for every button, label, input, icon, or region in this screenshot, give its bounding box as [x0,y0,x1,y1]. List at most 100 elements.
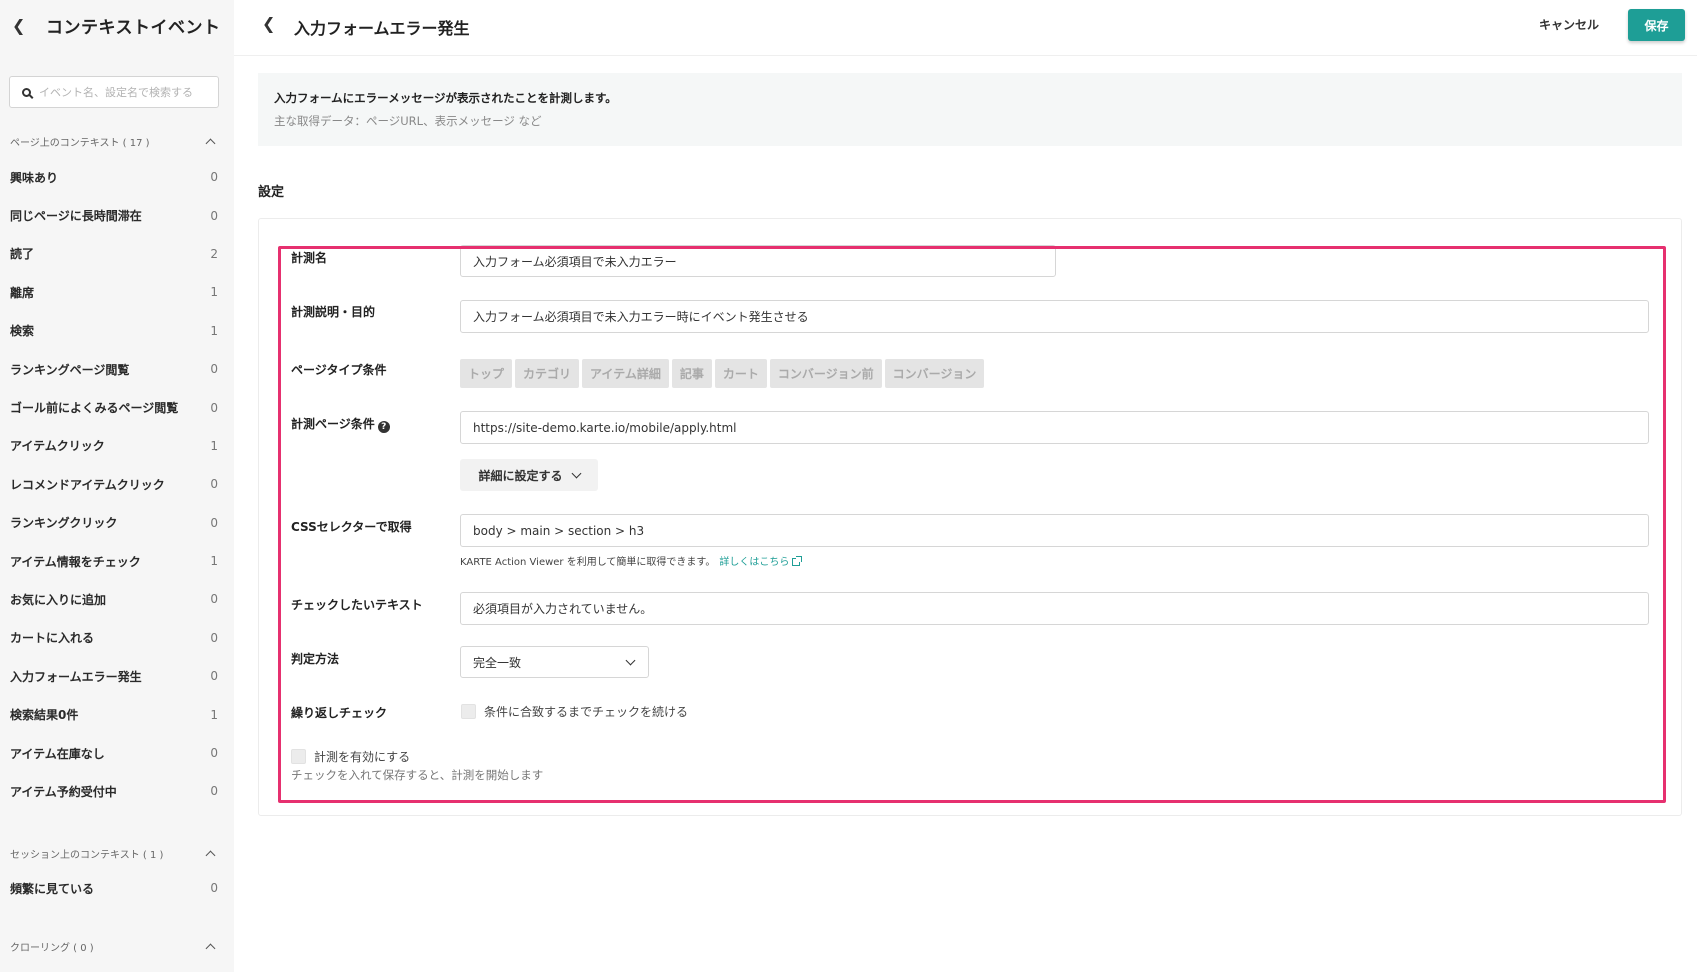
sidebar-item[interactable]: 興味あり 0 [10,158,218,196]
enable-checkbox[interactable] [291,749,306,764]
match-method-value: 完全一致 [473,655,522,670]
measurement-name-label: 計測名 [291,251,328,265]
repeat-check-row[interactable]: 条件に合致するまでチェックを続ける [461,703,688,720]
sidebar-item[interactable]: アイテム予約受付中 0 [10,772,218,810]
sidebar-item-label: 検索 [10,324,35,339]
sidebar-item[interactable]: お気に入りに追加 0 [10,580,218,618]
sidebar-item[interactable]: 同じページに長時間滞在 0 [10,196,218,234]
section-label: クローリング ( 0 ) [10,943,94,954]
sidebar-item[interactable]: カートに入れる 0 [10,619,218,657]
sidebar-item-count: 0 [210,170,218,185]
sidebar-item[interactable]: 検索結果0件 1 [10,695,218,733]
sidebar-item-label: アイテム予約受付中 [10,784,117,799]
measurement-name-input[interactable]: 入力フォーム必須項目で未入力エラー [460,245,1056,277]
page-type-chip[interactable]: トップ [460,359,513,388]
sidebar-item-label: ランキングページ閲覧 [10,362,130,377]
chevron-up-icon[interactable] [205,138,216,149]
page-context-list: 興味あり 0 同じページに長時間滞在 0 読了 2 離席 1 検索 1 ランキングページ閲覧 0 ゴール… [10,158,218,811]
enable-row[interactable]: 計測を有効にする [291,748,410,765]
session-context-list: 頻繁に見ている 0 [10,869,218,907]
page-type-chips: トップ カテゴリ アイテム詳細 記事 カート コンバージョン前 コンバージョン [460,359,985,388]
cancel-button[interactable]: キャンセル [1539,16,1599,33]
section-header-session-context[interactable]: セッション上のコンテキスト ( 1 ) [10,846,220,861]
sidebar-item-count: 0 [210,746,218,761]
section-label: セッション上のコンテキスト ( 1 ) [10,850,164,861]
sidebar-item[interactable]: レコメンドアイテムクリック 0 [10,465,218,503]
repeat-check-text: 条件に合致するまでチェックを続ける [484,705,689,719]
sidebar-item[interactable]: 検索 1 [10,312,218,350]
sidebar-search[interactable] [9,76,219,108]
sidebar-item-count: 0 [210,362,218,377]
page-condition-input[interactable]: https://site-demo.karte.io/mobile/apply.… [460,411,1649,444]
page-condition-label-text: 計測ページ条件 [291,417,375,431]
chevron-up-icon[interactable] [205,943,216,954]
match-method-label: 判定方法 [291,652,340,666]
page-type-label: ページタイプ条件 [291,363,387,377]
main-header: ❮ 入力フォームエラー発生 キャンセル 保存 [234,0,1697,56]
page-type-chip[interactable]: カテゴリ [515,359,580,388]
sidebar-item[interactable]: 入力フォームエラー発生 0 [10,657,218,695]
sidebar-item-count: 1 [210,438,218,453]
sidebar-item-count: 1 [210,323,218,338]
detail-settings-button[interactable]: 詳細に設定する [460,459,598,491]
page-type-chip[interactable]: 記事 [671,359,712,388]
event-description: 入力フォームにエラーメッセージが表示されたことを計測します。 [274,91,617,105]
chevron-down-icon [571,468,581,478]
search-input[interactable] [39,85,209,99]
sidebar-item[interactable]: ランキングクリック 0 [10,504,218,542]
sidebar-item[interactable]: 読了 2 [10,235,218,273]
sidebar-item-count: 0 [210,208,218,223]
sidebar-item-label: アイテム在庫なし [10,746,105,761]
event-data-note: 主な取得データ：ページURL、表示メッセージ など [274,114,542,128]
sidebar-item[interactable]: 頻繁に見ている 0 [10,869,218,907]
sidebar-item-count: 0 [210,881,218,896]
sidebar-item-label: お気に入りに追加 [10,592,107,607]
check-text-input[interactable]: 必須項目が入力されていません。 [460,592,1649,625]
save-button[interactable]: 保存 [1628,9,1685,41]
page-type-chip[interactable]: コンバージョン前 [769,359,882,388]
sidebar-item-label: レコメンドアイテムクリック [10,477,165,492]
sidebar-title: コンテキストイベント [46,17,221,38]
section-header-page-context[interactable]: ページ上のコンテキスト ( 17 ) [10,134,220,149]
section-label: ページ上のコンテキスト ( 17 ) [10,138,150,149]
sidebar-item[interactable]: ランキングページ閲覧 0 [10,350,218,388]
page-type-chip[interactable]: コンバージョン [884,359,985,388]
check-text-label: チェックしたいテキスト [291,598,423,612]
sidebar-item-label: 検索結果0件 [10,708,79,723]
sidebar-item-label: 読了 [10,247,35,262]
description-input[interactable]: 入力フォーム必須項目で未入力エラー時にイベント発生させる [460,300,1649,333]
external-link-icon[interactable] [792,556,803,566]
section-header-crawling[interactable]: クローリング ( 0 ) [10,939,220,954]
sidebar-item-count: 0 [210,630,218,645]
sidebar-item[interactable]: アイテムクリック 1 [10,427,218,465]
back-arrow-icon[interactable]: ❮ [262,14,275,33]
sidebar-item-label: 離席 [10,285,35,300]
settings-heading: 設定 [258,185,285,200]
sidebar-item-label: 入力フォームエラー発生 [10,669,142,684]
chevron-up-icon[interactable] [205,850,216,861]
help-icon[interactable]: ? [377,421,390,433]
repeat-check-label: 繰り返しチェック [291,706,388,720]
css-selector-hint: KARTE Action Viewer を利用して簡単に取得できます。 詳しくはこ… [460,553,803,568]
sidebar-item-count: 1 [210,554,218,569]
page-type-chip[interactable]: カート [714,359,767,388]
repeat-check-checkbox[interactable] [461,704,476,719]
back-arrow-icon[interactable]: ❮ [12,16,32,35]
sidebar-item-count: 1 [210,707,218,722]
learn-more-link[interactable]: 詳しくはこちら [719,557,789,568]
css-selector-input[interactable]: body > main > section > h3 [460,514,1649,547]
page-type-chip[interactable]: アイテム詳細 [582,359,669,388]
sidebar-item-count: 1 [210,285,218,300]
sidebar-item[interactable]: ゴール前によくみるページ閲覧 0 [10,388,218,426]
sidebar-item[interactable]: 離席 1 [10,273,218,311]
match-method-select[interactable]: 完全一致 [460,646,649,678]
sidebar-item[interactable]: アイテム情報をチェック 1 [10,542,218,580]
sidebar-item-count: 2 [210,246,218,261]
sidebar-item-label: アイテム情報をチェック [10,554,141,569]
sidebar-item[interactable]: アイテム在庫なし 0 [10,734,218,772]
description-label: 計測説明・目的 [291,305,376,319]
page-condition-label: 計測ページ条件? [291,415,390,433]
search-icon [22,87,31,97]
sidebar-item-label: ランキングクリック [10,516,118,531]
chevron-down-icon [625,655,636,665]
